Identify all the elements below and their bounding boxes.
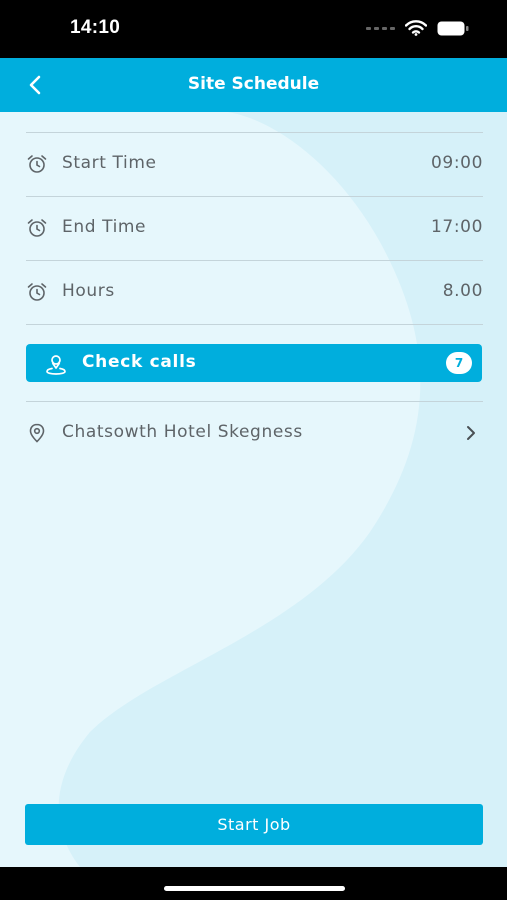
site-name: Chatsowth Hotel Skegness <box>62 422 303 442</box>
person-pin-icon <box>46 355 66 375</box>
hours-row: Hours 8.00 <box>26 261 483 323</box>
end-time-value: 17:00 <box>431 217 483 237</box>
check-calls-count-badge: 7 <box>446 352 472 374</box>
status-time: 14:10 <box>70 17 121 38</box>
status-icons <box>366 20 469 36</box>
check-calls-button[interactable]: Check calls 7 <box>26 344 482 382</box>
bottom-bar <box>0 867 507 900</box>
start-job-button[interactable]: Start Job <box>25 804 483 845</box>
signal-icon <box>366 26 395 30</box>
site-location-row[interactable]: Chatsowth Hotel Skegness <box>26 412 483 456</box>
alarm-clock-icon <box>27 283 47 301</box>
home-indicator[interactable] <box>164 886 345 891</box>
battery-icon <box>437 21 469 35</box>
alarm-clock-icon <box>27 155 47 173</box>
divider <box>26 401 483 402</box>
alarm-clock-icon <box>27 219 47 237</box>
app-header: Site Schedule <box>0 58 507 112</box>
status-bar: 14:10 <box>0 0 507 58</box>
chevron-right-icon <box>467 426 475 440</box>
page-title: Site Schedule <box>187 74 320 94</box>
hours-value: 8.00 <box>442 281 483 301</box>
end-time-row: End Time 17:00 <box>26 197 483 259</box>
start-time-value: 09:00 <box>431 153 483 173</box>
location-pin-icon <box>29 423 45 443</box>
main-content: Start Time 09:00 End Time 17:00 Hours 8.… <box>0 112 507 867</box>
start-time-row: Start Time 09:00 <box>26 133 483 195</box>
start-time-label: Start Time <box>62 153 157 173</box>
hours-label: Hours <box>62 281 115 301</box>
divider <box>26 324 483 325</box>
wifi-icon <box>405 20 427 36</box>
end-time-label: End Time <box>62 217 147 237</box>
check-calls-label: Check calls <box>82 352 197 372</box>
